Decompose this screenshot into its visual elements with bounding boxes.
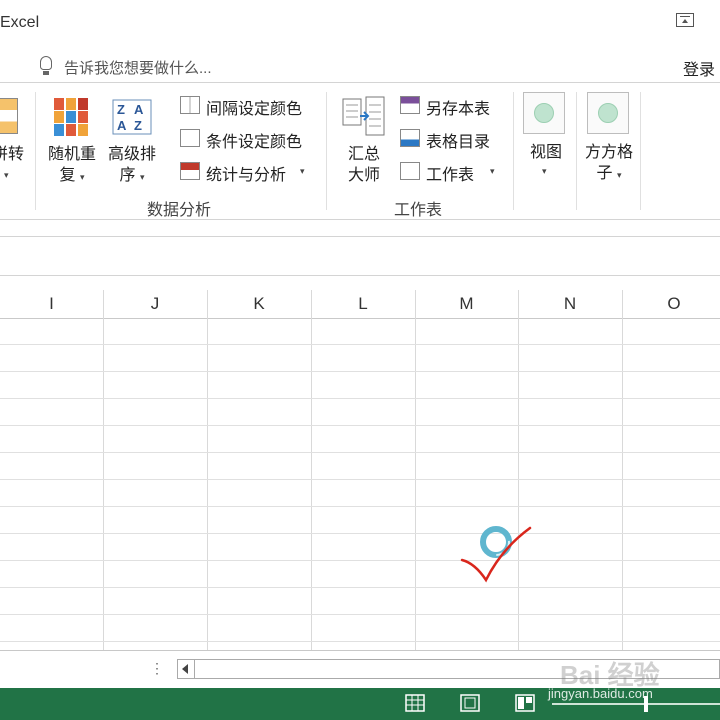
- ribbon-display-options-icon[interactable]: [676, 13, 694, 27]
- advanced-sort-label-2: 序 ▾: [119, 167, 145, 184]
- column-header[interactable]: N: [518, 290, 622, 318]
- worksheet-group-label: 工作表: [394, 202, 443, 219]
- lightbulb-base: [43, 71, 49, 75]
- grid-color-icon: [180, 96, 200, 114]
- table-directory-label: 表格目录: [426, 134, 491, 151]
- worksheet-icon: [400, 162, 420, 180]
- group-separator: [35, 92, 36, 210]
- worksheet-label: 工作表: [426, 167, 475, 184]
- column-header[interactable]: J: [103, 290, 207, 318]
- grid-row-line: [0, 641, 720, 642]
- stats-icon: [180, 162, 200, 180]
- stats-caret: ▾: [300, 166, 305, 176]
- save-table-icon: [400, 96, 420, 114]
- summary-master-label-2: 大师: [347, 167, 380, 184]
- formula-bar[interactable]: [0, 236, 720, 276]
- partial-grid-icon: [0, 98, 18, 134]
- column-header[interactable]: K: [207, 290, 311, 318]
- scroll-left-icon[interactable]: [177, 659, 195, 679]
- summary-master-label-1: 汇总: [347, 146, 380, 163]
- sort-az-icon: Z A A Z: [112, 99, 152, 135]
- conditional-color-label: 条件设定颜色: [206, 134, 303, 151]
- stats-analysis-label: 统计与分析: [206, 167, 287, 184]
- table-directory-button[interactable]: 表格目录: [398, 127, 508, 151]
- transpose-caret: ▾: [4, 170, 9, 180]
- advanced-sort-label-1: 高级排: [107, 146, 156, 163]
- grid-row-line: [0, 533, 720, 534]
- interval-color-button[interactable]: 间隔设定颜色: [178, 94, 318, 118]
- grid-row-line: [0, 398, 720, 399]
- save-as-table-button[interactable]: 另存本表: [398, 94, 508, 118]
- square-grid-label-2: 子 ▾: [596, 165, 622, 182]
- view-icon: [523, 92, 565, 134]
- save-as-table-label: 另存本表: [426, 101, 491, 118]
- data-analysis-group-label: 数据分析: [147, 202, 212, 219]
- square-grid-label-1: 方方格: [584, 144, 633, 161]
- group-separator: [640, 92, 641, 210]
- title-bar: [0, 0, 720, 50]
- svg-text:A: A: [134, 102, 144, 117]
- summary-icon: [342, 96, 385, 136]
- column-header[interactable]: I: [0, 290, 103, 318]
- conditional-format-icon: [180, 129, 200, 147]
- group-separator: [326, 92, 327, 210]
- shuffle-label-2: 复 ▾: [59, 167, 85, 184]
- transpose-button-label[interactable]: 拼转: [0, 144, 26, 165]
- group-separator: [513, 92, 514, 210]
- page-layout-icon[interactable]: [460, 694, 480, 712]
- grid-row-line: [0, 425, 720, 426]
- worksheet-caret: ▾: [490, 166, 495, 176]
- shuffle-icon: [54, 98, 88, 136]
- shuffle-label-1: 随机重: [47, 146, 96, 163]
- normal-view-icon[interactable]: [405, 694, 425, 712]
- tell-me-input[interactable]: 告诉我您想要做什么...: [64, 57, 212, 78]
- login-link[interactable]: 登录: [683, 56, 715, 80]
- group-separator: [576, 92, 577, 210]
- page-break-preview-icon[interactable]: [515, 694, 535, 712]
- svg-text:Z: Z: [117, 102, 125, 117]
- svg-text:A: A: [117, 118, 127, 133]
- watermark-url: jingyan.baidu.com: [548, 686, 653, 701]
- stats-analysis-button[interactable]: 统计与分析 ▾: [178, 160, 318, 184]
- zoom-slider-track[interactable]: [552, 703, 720, 705]
- app-title: Excel: [0, 14, 40, 31]
- square-grid-icon: [587, 92, 629, 134]
- column-header[interactable]: M: [415, 290, 518, 318]
- grid-row-line: [0, 587, 720, 588]
- view-label: 视图: [529, 144, 562, 161]
- conditional-color-button[interactable]: 条件设定颜色: [178, 127, 318, 151]
- svg-text:Z: Z: [134, 118, 142, 133]
- grid-row-line: [0, 371, 720, 372]
- view-caret: ▾: [542, 166, 547, 176]
- grid-row-line: [0, 560, 720, 561]
- red-checkmark-annotation: [460, 526, 532, 583]
- column-header[interactable]: O: [622, 290, 720, 318]
- tab-split-handle[interactable]: ⋮: [150, 660, 164, 677]
- grid-row-line: [0, 506, 720, 507]
- grid-row-line: [0, 452, 720, 453]
- grid-row-line: [0, 479, 720, 480]
- column-header[interactable]: L: [311, 290, 415, 318]
- table-directory-icon: [400, 129, 420, 147]
- column-header-row: I J K L M N O: [0, 290, 720, 319]
- worksheet-button[interactable]: 工作表 ▾: [398, 160, 508, 184]
- lightbulb-icon: [40, 56, 52, 70]
- interval-color-label: 间隔设定颜色: [206, 101, 303, 118]
- grid-row-line: [0, 614, 720, 615]
- grid-row-line: [0, 344, 720, 345]
